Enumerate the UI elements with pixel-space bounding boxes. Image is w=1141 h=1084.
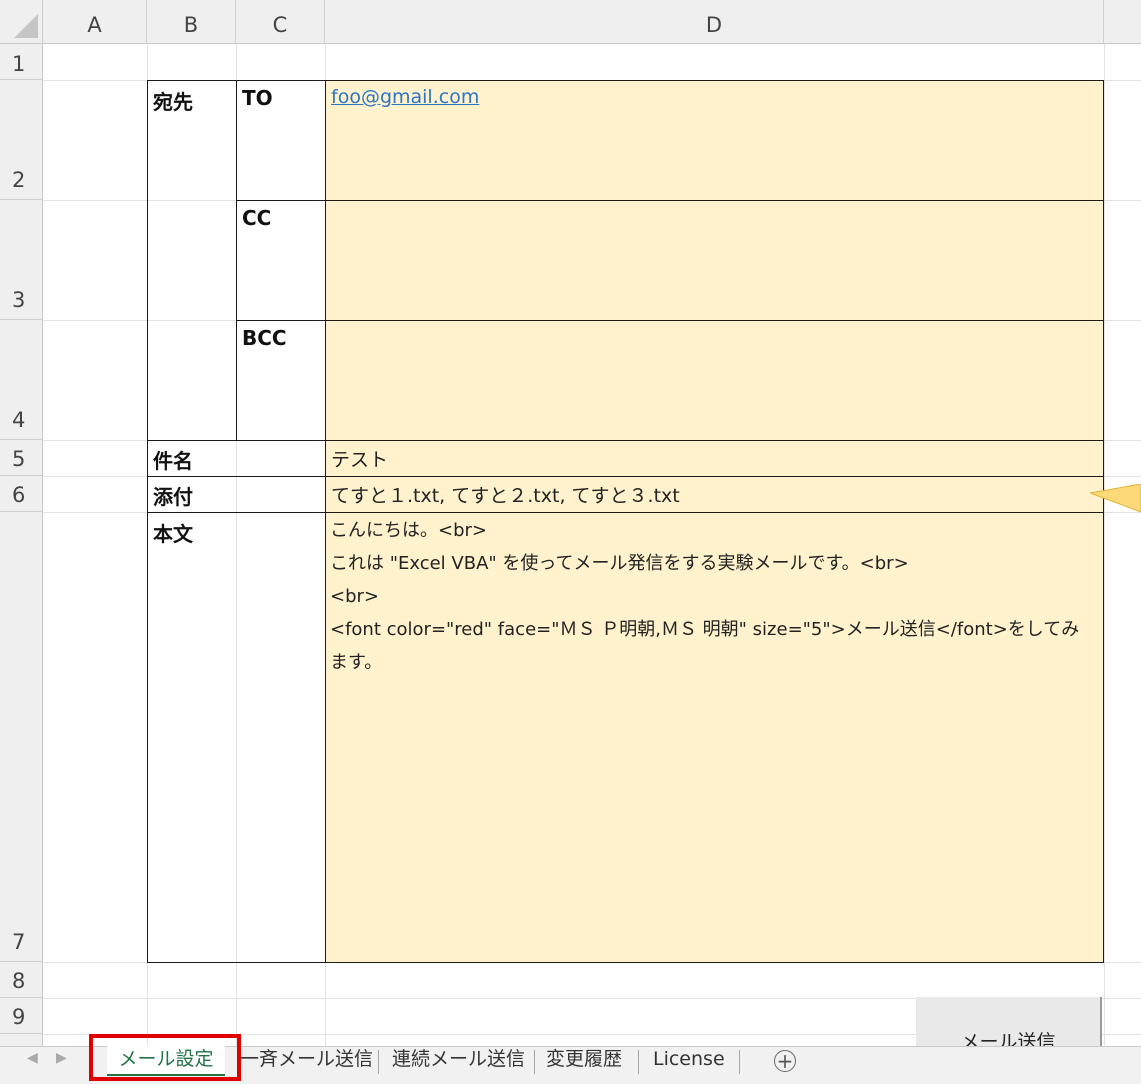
row-header-7[interactable]: 7 [0,512,43,962]
column-header-c[interactable]: C [236,0,325,44]
body-line-1: こんにちは。<br> [330,520,487,541]
subject-label[interactable]: 件名 [147,440,326,477]
tab-change-history[interactable]: 変更履歴 [546,1046,622,1084]
row-header-8[interactable]: 8 [0,962,43,998]
body-field[interactable]: こんにちは。<br> これは "Excel VBA" を使ってメール発信をする実… [325,512,1104,963]
cc-field[interactable] [325,200,1104,321]
active-tab-highlight [89,1034,241,1081]
subject-field[interactable]: テスト [325,440,1104,477]
tab-separator [534,1050,535,1074]
tab-sequential-send[interactable]: 連続メール送信 [392,1046,525,1084]
row-header-5[interactable]: 5 [0,440,43,476]
column-header-d[interactable]: D [325,0,1104,44]
attachment-label[interactable]: 添付 [147,476,326,513]
attachment-field[interactable]: てすと１.txt, てすと２.txt, てすと３.txt [325,476,1104,513]
gridline [1104,44,1105,1046]
row-header-9[interactable]: 9 [0,998,43,1034]
recipients-label[interactable]: 宛先 [147,80,237,441]
body-line-2: これは "Excel VBA" を使ってメール発信をする実験メールです。<br> [330,553,909,574]
tab-separator [638,1050,639,1074]
row-header-3[interactable]: 3 [0,200,43,320]
comment-callout-icon[interactable] [1090,484,1141,524]
tab-separator [378,1050,379,1074]
scroll-tabs-right-icon[interactable]: ▶ [56,1050,67,1066]
scroll-tabs-left-icon[interactable]: ◀ [27,1050,38,1066]
bcc-label[interactable]: BCC [236,320,326,441]
bcc-field[interactable] [325,320,1104,441]
row-header-6[interactable]: 6 [0,476,43,512]
row-header-4[interactable]: 4 [0,320,43,440]
body-label[interactable]: 本文 [147,512,326,963]
row-header-2[interactable]: 2 [0,80,43,200]
to-label[interactable]: TO [236,80,326,201]
column-header-b[interactable]: B [147,0,236,44]
tab-license[interactable]: License [653,1046,725,1084]
to-email-link[interactable]: foo@gmail.com [331,86,479,108]
column-header-a[interactable]: A [43,0,147,44]
select-all-triangle-icon [14,14,38,38]
body-line-3: <br> [330,586,379,607]
tab-bulk-send[interactable]: 一斉メール送信 [240,1046,373,1084]
body-line-4: <font color="red" face="ＭＳ Ｐ明朝,ＭＳ 明朝" si… [330,619,1080,673]
to-field[interactable]: foo@gmail.com [325,80,1104,201]
tab-separator [739,1050,740,1074]
cc-label[interactable]: CC [236,200,326,321]
plus-circle-icon[interactable]: + [774,1050,796,1072]
row-header-1[interactable]: 1 [0,44,43,80]
